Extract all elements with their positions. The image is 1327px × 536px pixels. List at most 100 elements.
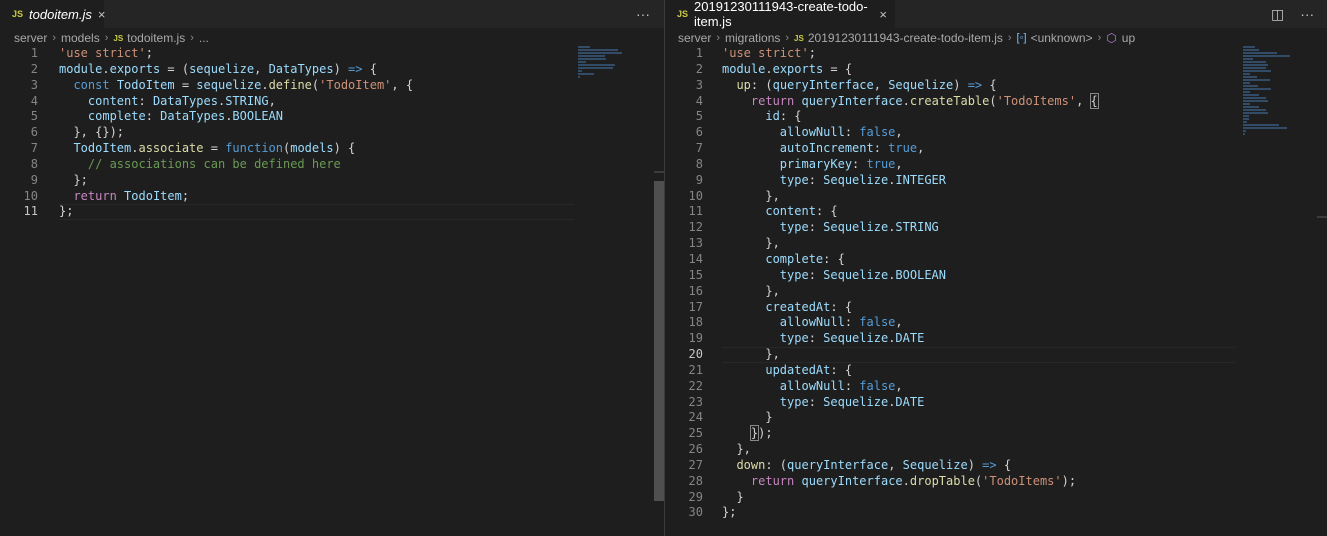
line-number: 4 bbox=[30, 93, 38, 108]
code-line[interactable]: 4 return queryInterface.createTable('Tod… bbox=[665, 92, 1327, 110]
code-text: allowNull: false, bbox=[779, 378, 903, 393]
code-line[interactable]: 11}; bbox=[0, 204, 664, 221]
code-line[interactable]: 16 }, bbox=[665, 284, 1327, 300]
code-line[interactable]: 14 complete: { bbox=[665, 252, 1327, 268]
line-number: 5 bbox=[30, 109, 38, 124]
code-line[interactable]: 6 allowNull: false, bbox=[665, 125, 1327, 141]
line-number: 9 bbox=[695, 172, 703, 187]
chevron-right-icon: › bbox=[785, 32, 790, 44]
breadcrumb-ellipsis[interactable]: ... bbox=[199, 31, 209, 45]
tab-todoitem-js[interactable]: JS todoitem.js × bbox=[0, 0, 106, 28]
minimap-line bbox=[1243, 88, 1271, 90]
minimap-line bbox=[578, 64, 615, 66]
code-line[interactable]: 7 TodoItem.associate = function(models) … bbox=[0, 141, 664, 157]
code-line[interactable]: 23 type: Sequelize.DATE bbox=[665, 395, 1327, 411]
code-line[interactable]: 12 type: Sequelize.STRING bbox=[665, 220, 1327, 236]
scrollbar-thumb[interactable] bbox=[654, 181, 664, 501]
breadcrumb-item[interactable]: server bbox=[14, 31, 47, 45]
line-number: 5 bbox=[695, 109, 703, 124]
code-line[interactable]: 5 complete: DataTypes.BOOLEAN bbox=[0, 109, 664, 125]
code-line[interactable]: 8 // associations can be defined here bbox=[0, 157, 664, 173]
split-editor-icon[interactable]: ◫ bbox=[1271, 6, 1284, 23]
code-line[interactable]: 26 }, bbox=[665, 442, 1327, 458]
line-number: 20 bbox=[688, 347, 703, 362]
line-number: 4 bbox=[695, 93, 703, 108]
code-line[interactable]: 22 allowNull: false, bbox=[665, 379, 1327, 395]
cursor-overview-marker bbox=[1317, 216, 1327, 218]
code-line[interactable]: 17 createdAt: { bbox=[665, 300, 1327, 316]
javascript-file-icon: JS bbox=[794, 33, 804, 43]
close-icon[interactable]: × bbox=[92, 7, 106, 22]
code-line[interactable]: 7 autoIncrement: true, bbox=[665, 141, 1327, 157]
minimap[interactable] bbox=[578, 46, 648, 86]
more-actions-icon[interactable]: ··· bbox=[636, 6, 650, 22]
code-line[interactable]: 29 } bbox=[665, 490, 1327, 506]
breadcrumb-symbol[interactable]: <unknown> bbox=[1031, 31, 1093, 45]
breadcrumb-method[interactable]: up bbox=[1122, 31, 1135, 45]
minimap-line bbox=[1243, 124, 1279, 126]
code-text: }, bbox=[722, 442, 751, 457]
code-line[interactable]: 10 }, bbox=[665, 189, 1327, 205]
code-text: }, {}); bbox=[59, 125, 125, 140]
breadcrumb-file[interactable]: 20191230111943-create-todo-item.js bbox=[808, 31, 1003, 45]
minimap-line bbox=[1243, 64, 1269, 66]
minimap-line bbox=[1243, 97, 1266, 99]
code-line[interactable]: 21 updatedAt: { bbox=[665, 363, 1327, 379]
code-line[interactable]: 24 } bbox=[665, 410, 1327, 426]
minimap-line bbox=[1243, 115, 1250, 117]
javascript-file-icon: JS bbox=[12, 9, 24, 19]
code-line[interactable]: 5 id: { bbox=[665, 109, 1327, 125]
minimap[interactable] bbox=[1243, 46, 1313, 135]
code-text: up: (queryInterface, Sequelize) => { bbox=[736, 77, 997, 92]
code-line[interactable]: 3 const TodoItem = sequelize.define('Tod… bbox=[0, 78, 664, 94]
more-actions-icon[interactable]: ··· bbox=[1300, 6, 1314, 22]
minimap-line bbox=[1243, 70, 1271, 72]
code-line[interactable]: 1 'use strict'; bbox=[0, 46, 664, 62]
minimap-line bbox=[1243, 106, 1260, 108]
line-number: 1 bbox=[30, 46, 38, 60]
code-line[interactable]: 8 primaryKey: true, bbox=[665, 157, 1327, 173]
code-line[interactable]: 2 module.exports = { bbox=[665, 62, 1327, 78]
vertical-scrollbar[interactable] bbox=[654, 46, 664, 536]
code-line[interactable]: 13 }, bbox=[665, 236, 1327, 252]
breadcrumb-item[interactable]: server bbox=[678, 31, 711, 45]
breadcrumb-file[interactable]: todoitem.js bbox=[127, 31, 185, 45]
javascript-file-icon: JS bbox=[113, 33, 124, 43]
code-line[interactable]: 30}; bbox=[665, 505, 1327, 521]
code-line[interactable]: 1 'use strict'; bbox=[665, 46, 1327, 62]
code-line[interactable]: 10 return TodoItem; bbox=[0, 189, 664, 205]
editor-pane-right: JS 20191230111943-create-todo-item.js × … bbox=[665, 0, 1327, 536]
breadcrumb-item[interactable]: migrations bbox=[725, 31, 780, 45]
code-text: 'use strict'; bbox=[722, 46, 816, 60]
code-text: // associations can be defined here bbox=[87, 156, 341, 171]
code-line[interactable]: 18 allowNull: false, bbox=[665, 315, 1327, 331]
code-text: }, bbox=[722, 283, 780, 298]
code-line[interactable]: 25 }); bbox=[665, 425, 1327, 442]
code-line[interactable]: 9 }; bbox=[0, 173, 664, 189]
code-line[interactable]: 6 }, {}); bbox=[0, 125, 664, 141]
close-icon[interactable]: × bbox=[873, 7, 887, 22]
code-line[interactable]: 28 return queryInterface.dropTable('Todo… bbox=[665, 474, 1327, 490]
minimap-line bbox=[1243, 127, 1288, 129]
tab-create-todo-item-js[interactable]: JS 20191230111943-create-todo-item.js × bbox=[665, 0, 895, 29]
code-line[interactable]: 11 content: { bbox=[665, 204, 1327, 220]
code-line[interactable]: 3 up: (queryInterface, Sequelize) => { bbox=[665, 78, 1327, 94]
chevron-right-icon: › bbox=[716, 32, 721, 44]
code-line[interactable]: 20 }, bbox=[665, 347, 1327, 363]
vertical-scrollbar[interactable] bbox=[1317, 46, 1327, 536]
code-text: primaryKey: true, bbox=[779, 156, 903, 171]
code-line[interactable]: 9 type: Sequelize.INTEGER bbox=[665, 173, 1327, 189]
code-text: return queryInterface.dropTable('TodoIte… bbox=[750, 473, 1077, 488]
code-line[interactable]: 19 type: Sequelize.DATE bbox=[665, 331, 1327, 347]
breadcrumb-item[interactable]: models bbox=[61, 31, 100, 45]
code-text: content: DataTypes.STRING, bbox=[87, 93, 276, 108]
code-line[interactable]: 4 content: DataTypes.STRING, bbox=[0, 94, 664, 110]
code-line[interactable]: 27 down: (queryInterface, Sequelize) => … bbox=[665, 458, 1327, 474]
code-editor[interactable]: 1 'use strict'; 2 module.exports = (sequeli… bbox=[0, 46, 664, 221]
code-line[interactable]: 15 type: Sequelize.BOOLEAN bbox=[665, 268, 1327, 284]
breadcrumb: server › models › JS todoitem.js › ... bbox=[14, 28, 664, 48]
minimap-line bbox=[1243, 100, 1269, 102]
code-line[interactable]: 2 module.exports = (sequelize, DataTypes)… bbox=[0, 62, 664, 78]
line-number: 2 bbox=[30, 61, 38, 76]
code-editor[interactable]: 1 'use strict'; 2 module.exports = {3 up: (… bbox=[665, 46, 1327, 521]
